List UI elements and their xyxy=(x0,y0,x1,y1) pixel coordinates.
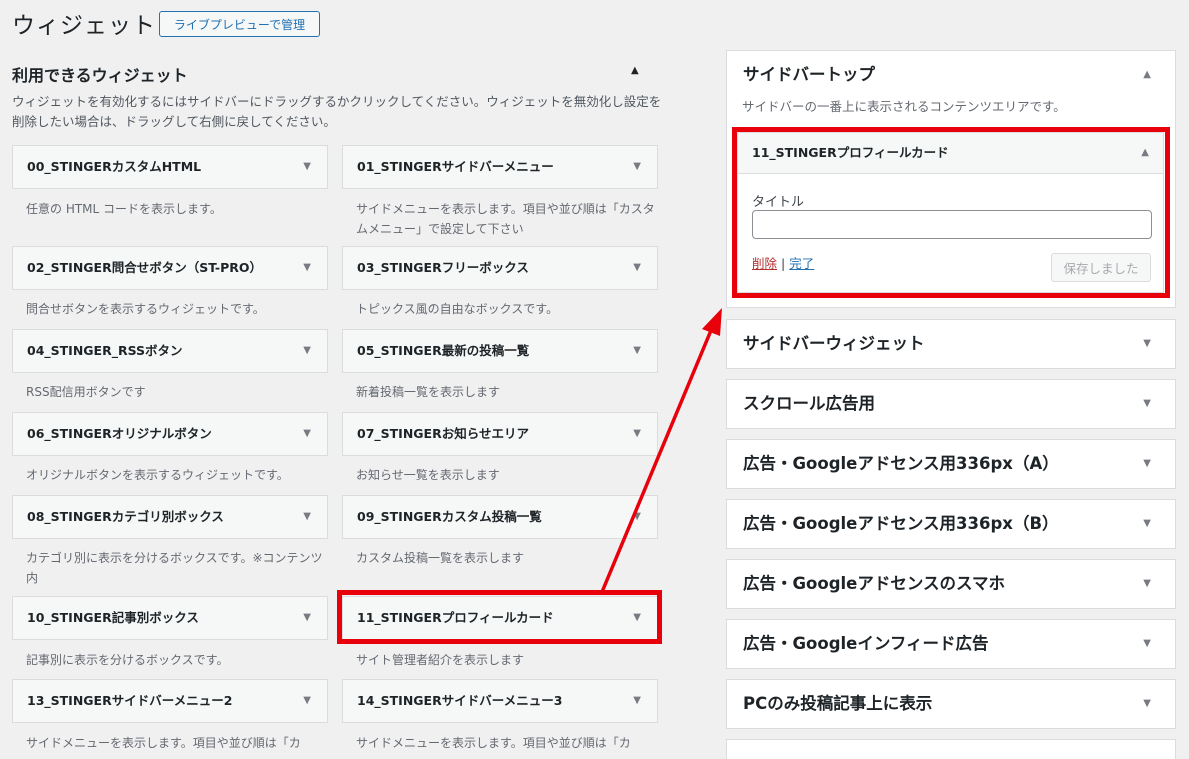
widget-title: 02_STINGER問合せボタン（ST-PRO） xyxy=(27,260,263,275)
widget-item[interactable]: 04_STINGER_RSSボタン ▼ xyxy=(12,329,328,373)
triangle-down-icon[interactable]: ▼ xyxy=(1143,440,1151,488)
widget-description: 新着投稿一覧を表示します xyxy=(356,385,501,399)
widget-description: お知らせ一覧を表示します xyxy=(356,468,500,482)
triangle-down-icon[interactable]: ▼ xyxy=(633,496,641,538)
sidebar-area[interactable]: 広告・Googleアドセンスのスマホ ▼ xyxy=(726,559,1176,609)
title-input[interactable] xyxy=(752,210,1152,239)
triangle-down-icon[interactable]: ▼ xyxy=(1143,320,1151,368)
widget-header[interactable]: 11_STINGERプロフィールカード ▲ xyxy=(738,133,1163,174)
sidebar-area-partial xyxy=(726,739,1176,759)
sidebar-area[interactable]: 広告・Googleアドセンス用336px（B） ▼ xyxy=(726,499,1176,549)
widget-description: 記事別に表示を分けるボックスです。 xyxy=(26,653,229,667)
triangle-down-icon[interactable]: ▼ xyxy=(633,597,641,639)
triangle-down-icon[interactable]: ▼ xyxy=(1143,380,1151,428)
sidebar-title: 広告・Googleアドセンスのスマホ xyxy=(743,574,1006,593)
triangle-down-icon[interactable]: ▼ xyxy=(1143,620,1151,668)
widget-title: 01_STINGERサイドバーメニュー xyxy=(357,159,554,174)
widget-title: 09_STINGERカスタム投稿一覧 xyxy=(357,509,542,524)
widget-description: オリジナルボタンを表示するウィジェットです。 xyxy=(26,468,289,482)
title-field-label: タイトル xyxy=(752,195,805,210)
triangle-down-icon[interactable]: ▼ xyxy=(1143,680,1151,728)
triangle-down-icon[interactable]: ▼ xyxy=(303,413,311,455)
triangle-down-icon[interactable]: ▼ xyxy=(303,496,311,538)
widget-actions: 削除 | 完了 xyxy=(752,253,814,272)
triangle-down-icon[interactable]: ▼ xyxy=(633,146,641,188)
widget-item[interactable]: 13_STINGERサイドバーメニュー2 ▼ xyxy=(12,679,328,723)
sidebar-title: 広告・Googleアドセンス用336px（B） xyxy=(743,514,1059,533)
widget-title: 07_STINGERお知らせエリア xyxy=(357,426,529,441)
widget-title: 03_STINGERフリーボックス xyxy=(357,260,529,275)
widget-title: 04_STINGER_RSSボタン xyxy=(27,343,183,358)
live-preview-button[interactable]: ライブプレビューで管理 xyxy=(159,11,320,37)
available-widgets-description: ウィジェットを有効化するにはサイドバーにドラッグするかクリックしてください。ウィ… xyxy=(12,94,662,129)
triangle-down-icon[interactable]: ▼ xyxy=(303,247,311,289)
widget-item[interactable]: 09_STINGERカスタム投稿一覧 ▼ xyxy=(342,495,658,539)
sidebar-title: 広告・Googleアドセンス用336px（A） xyxy=(743,454,1059,473)
widget-title: 06_STINGERオリジナルボタン xyxy=(27,426,212,441)
sidebar-area[interactable]: 広告・Googleアドセンス用336px（A） ▼ xyxy=(726,439,1176,489)
widget-item[interactable]: 00_STINGERカスタムHTML ▼ xyxy=(12,145,328,189)
widget-item[interactable]: 01_STINGERサイドバーメニュー ▼ xyxy=(342,145,658,189)
triangle-down-icon[interactable]: ▼ xyxy=(633,680,641,722)
widget-title: 05_STINGER最新の投稿一覧 xyxy=(357,343,530,358)
widget-title: 00_STINGERカスタムHTML xyxy=(27,159,202,174)
widget-item-profile-card[interactable]: 11_STINGERプロフィールカード ▼ xyxy=(342,596,658,640)
widget-item[interactable]: 07_STINGERお知らせエリア ▼ xyxy=(342,412,658,456)
sidebar-title: スクロール広告用 xyxy=(743,394,875,413)
triangle-down-icon[interactable]: ▼ xyxy=(633,413,641,455)
triangle-down-icon[interactable]: ▼ xyxy=(633,247,641,289)
triangle-down-icon[interactable]: ▼ xyxy=(303,330,311,372)
widget-item[interactable]: 14_STINGERサイドバーメニュー3 ▼ xyxy=(342,679,658,723)
widget-description: 任意の HTML コードを表示します。 xyxy=(26,202,222,216)
available-widgets-title: 利用できるウィジェット xyxy=(12,66,188,85)
triangle-down-icon[interactable]: ▼ xyxy=(1143,500,1151,548)
triangle-down-icon[interactable]: ▼ xyxy=(303,680,311,722)
triangle-down-icon[interactable]: ▼ xyxy=(303,597,311,639)
widget-description: カテゴリ別に表示を分けるボックスです。※コンテンツ内 xyxy=(26,551,323,585)
widget-item[interactable]: 03_STINGERフリーボックス ▼ xyxy=(342,246,658,290)
widget-description: サイドメニューを表示します。項目や並び順は「カスタムメニュー」で設定して下さい xyxy=(356,202,655,236)
sidebar-description: サイドバーの一番上に表示されるコンテンツエリアです。 xyxy=(742,99,1066,114)
widget-item[interactable]: 06_STINGERオリジナルボタン ▼ xyxy=(12,412,328,456)
widget-description: RSS配信用ボタンです xyxy=(26,385,146,399)
sidebar-title: 広告・Googleインフィード広告 xyxy=(743,634,989,653)
done-link[interactable]: 完了 xyxy=(789,256,814,271)
triangle-down-icon[interactable]: ▼ xyxy=(633,330,641,372)
triangle-up-icon[interactable]: ▲ xyxy=(631,65,639,76)
widget-description: 問合せボタンを表示するウィジェットです。 xyxy=(26,302,265,316)
page-title: ウィジェット xyxy=(12,13,156,39)
widget-item[interactable]: 08_STINGERカテゴリ別ボックス ▼ xyxy=(12,495,328,539)
link-separator: | xyxy=(781,256,786,271)
save-button[interactable]: 保存しました xyxy=(1051,253,1151,282)
sidebar-area[interactable]: PCのみ投稿記事上に表示 ▼ xyxy=(726,679,1176,729)
triangle-up-icon[interactable]: ▲ xyxy=(1141,133,1149,173)
sidebar-title[interactable]: サイドバートップ xyxy=(743,63,875,87)
delete-link[interactable]: 削除 xyxy=(752,256,777,271)
widget-description: サイト管理者紹介を表示します xyxy=(356,653,525,667)
widget-description: サイドメニューを表示します。項目や並び順は「カ xyxy=(26,736,301,750)
widget-title: 11_STINGERプロフィールカード xyxy=(752,145,949,160)
widget-description: カスタム投稿一覧を表示します xyxy=(356,551,525,565)
triangle-up-icon[interactable]: ▲ xyxy=(1143,67,1151,83)
widget-item[interactable]: 05_STINGER最新の投稿一覧 ▼ xyxy=(342,329,658,373)
widget-item[interactable]: 02_STINGER問合せボタン（ST-PRO） ▼ xyxy=(12,246,328,290)
widget-description: サイドメニューを表示します。項目や並び順は「カ xyxy=(356,736,631,750)
profile-card-widget: 11_STINGERプロフィールカード ▲ タイトル 削除 | 完了 保存しまし… xyxy=(737,132,1164,293)
widget-title: 08_STINGERカテゴリ別ボックス xyxy=(27,509,224,524)
widget-title: 10_STINGER記事別ボックス xyxy=(27,610,199,625)
sidebar-title: PCのみ投稿記事上に表示 xyxy=(743,694,933,713)
sidebar-title: サイドバーウィジェット xyxy=(743,334,925,353)
sidebar-area[interactable]: サイドバーウィジェット ▼ xyxy=(726,319,1176,369)
widget-title: 13_STINGERサイドバーメニュー2 xyxy=(27,693,233,708)
sidebar-area[interactable]: 広告・Googleインフィード広告 ▼ xyxy=(726,619,1176,669)
widget-title: 14_STINGERサイドバーメニュー3 xyxy=(357,693,563,708)
triangle-down-icon[interactable]: ▼ xyxy=(1143,560,1151,608)
widget-item[interactable]: 10_STINGER記事別ボックス ▼ xyxy=(12,596,328,640)
sidebar-area[interactable]: スクロール広告用 ▼ xyxy=(726,379,1176,429)
triangle-down-icon[interactable]: ▼ xyxy=(303,146,311,188)
widget-title: 11_STINGERプロフィールカード xyxy=(357,610,554,625)
widget-description: トピックス風の自由なボックスです。 xyxy=(356,302,559,316)
